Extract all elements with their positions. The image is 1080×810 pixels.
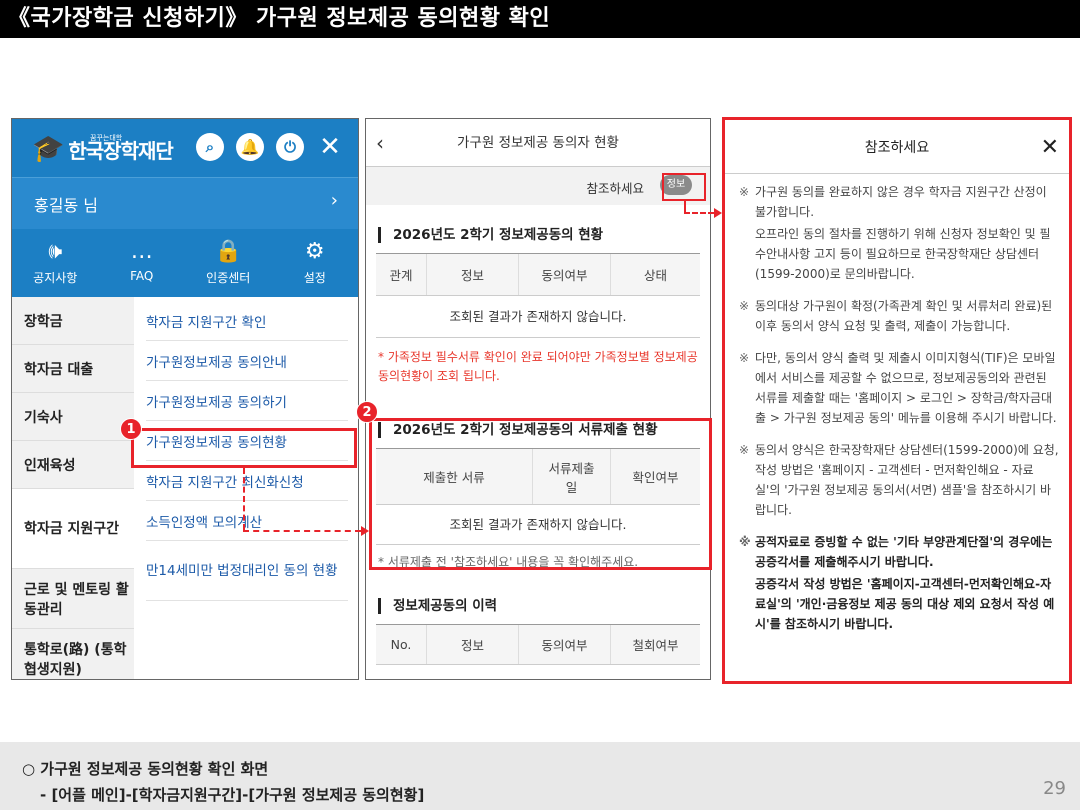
notice-item: ※ 동의서 양식은 한국장학재단 상담센터(1599-2000)에 요청, 작성 …	[739, 443, 1059, 517]
connector-line	[243, 530, 361, 532]
step-marker-1: 1	[120, 418, 142, 440]
left-menu-item[interactable]: 통학로(路) (통학 협생지원)	[12, 629, 134, 679]
consent-status-screen: ‹ 가구원 정보제공 동의자 현황 참조하세요 정보 2026년도 2학기 정보…	[365, 118, 711, 680]
section-title: 2026년도 2학기 정보제공동의 현황	[378, 227, 710, 243]
app-menu-screen: 🎓 꿈꾸는대학 한국장학재단 ⌕ 🔔 ⏻ ✕ 홍길동 님 › 🕪 공지사항 … …	[11, 118, 359, 680]
lock-icon: 🔒	[214, 239, 242, 264]
left-menu-item[interactable]: 기숙사	[12, 393, 134, 441]
speaker-icon: 🕪	[48, 239, 63, 264]
page-number: 29	[1043, 778, 1066, 799]
history-table: No. 정보 동의여부 철회여부	[376, 624, 700, 665]
table-header: No.	[390, 637, 412, 652]
left-menu-item[interactable]: 근로 및 멘토링 활동관리	[12, 569, 134, 629]
table-header: 동의여부	[518, 254, 610, 295]
notice-item: ※ 다만, 동의서 양식 출력 및 제출시 이미지형식(TIF)은 모바일에서 서…	[739, 351, 1057, 425]
sub-menu-item[interactable]: 가구원정보제공 동의하기	[146, 381, 348, 421]
table-header: 동의여부	[518, 625, 610, 664]
section-title: 정보제공동의 이력	[378, 598, 710, 614]
notice-item: ※ 동의대상 가구원이 확정(가족관계 확인 및 서류처리 완료)된 이후 동의서…	[739, 299, 1053, 333]
popup-header: 참조하세요 ✕	[725, 120, 1069, 174]
table-header: 정보	[426, 625, 518, 664]
notice-item: 오프라인 동의 절차를 진행하기 위해 신청자 정보확인 및 필수안내사항 고지…	[755, 227, 1051, 281]
gear-icon: ⚙	[304, 239, 325, 264]
sub-menu-item[interactable]: 가구원정보제공 동의안내	[146, 341, 348, 381]
graduation-cap-icon: 🎓	[32, 134, 65, 164]
popup-body: ※ 가구원 동의를 완료하지 않은 경우 학자금 지원구간 산정이 불가합니다. …	[725, 174, 1069, 634]
quick-menu: 🕪 공지사항 … FAQ 🔒 인증센터 ⚙ 설정	[12, 231, 358, 295]
sub-menu-item[interactable]: 만14세미만 법정대리인 동의 현황	[146, 541, 348, 601]
power-icon[interactable]: ⏻	[276, 133, 304, 161]
notice-item: ※ 가구원 동의를 완료하지 않은 경우 학자금 지원구간 산정이 불가합니다.	[739, 185, 1047, 219]
connector-line	[684, 212, 714, 214]
search-icon[interactable]: ⌕	[196, 133, 224, 161]
table-header: 상태	[610, 254, 700, 295]
user-profile-row[interactable]: 홍길동 님 ›	[12, 177, 358, 229]
sub-menu-item[interactable]: 소득인정액 모의계산	[146, 501, 348, 541]
left-menu: 장학금 학자금 대출 기숙사 인재육성 학자금 지원구간 근로 및 멘토링 활동…	[12, 297, 134, 679]
screen-header: ‹ 가구원 정보제공 동의자 현황	[366, 119, 710, 167]
left-menu-item-active[interactable]: 학자금 지원구간	[12, 489, 134, 569]
step-marker-2: 2	[356, 401, 378, 423]
empty-row: 조회된 결과가 존재하지 않습니다.	[376, 296, 700, 338]
logo-slogan: 꿈꾸는대학	[90, 134, 123, 142]
footer-path: - [어플 메인]-[학자금지원구간]-[가구원 정보제공 동의현황]	[40, 786, 425, 804]
connector-line	[243, 468, 245, 530]
consent-table: 관계 정보 동의여부 상태 조회된 결과가 존재하지 않습니다.	[376, 253, 700, 338]
sub-menu-item[interactable]: 학자금 지원구간 확인	[146, 301, 348, 341]
notice-item: ※ 공적자료로 증빙할 수 없는 '기타 부양관계단절'의 경우에는 공증각서를 …	[739, 535, 1053, 569]
bell-icon[interactable]: 🔔	[236, 133, 264, 161]
notice-item: 공증각서 작성 방법은 '홈페이지-고객센터-먼저확인해요-자료실'의 '개인·…	[755, 577, 1055, 631]
table-header: 관계	[389, 268, 413, 283]
left-menu-item[interactable]: 장학금	[12, 297, 134, 345]
footer-caption: ○ 가구원 정보제공 동의현황 확인 화면	[22, 760, 269, 778]
slide-footer: ○ 가구원 정보제공 동의현황 확인 화면 - [어플 메인]-[학자금지원구간…	[0, 742, 1080, 810]
highlight-badge	[662, 173, 706, 201]
sub-menu: 학자금 지원구간 확인 가구원정보제공 동의안내 가구원정보제공 동의하기 가구…	[134, 297, 358, 679]
warning-text: * 가족정보 필수서류 확인이 완료 되어야만 가족정보별 정보제공 동의현황이…	[378, 350, 698, 383]
page-title: 《국가장학금 신청하기》 가구원 정보제공 동의현황 확인	[0, 0, 1080, 38]
kosaf-logo: 🎓 꿈꾸는대학 한국장학재단	[32, 133, 174, 165]
menu-header: 🎓 꿈꾸는대학 한국장학재단 ⌕ 🔔 ⏻ ✕ 홍길동 님 › 🕪 공지사항 … …	[12, 119, 358, 297]
close-icon[interactable]: ✕	[316, 133, 344, 161]
chat-icon: …	[130, 239, 153, 264]
highlight-box-2	[369, 418, 712, 570]
left-menu-item[interactable]: 학자금 대출	[12, 345, 134, 393]
user-name: 홍길동 님	[34, 196, 98, 215]
highlight-box-1	[131, 428, 357, 468]
table-header: 정보	[426, 254, 518, 295]
quick-notice[interactable]: 🕪 공지사항	[12, 231, 99, 295]
screen-title: 가구원 정보제공 동의자 현황	[457, 135, 619, 151]
chevron-right-icon: ›	[330, 190, 338, 211]
close-icon[interactable]: ✕	[1041, 120, 1059, 176]
popup-title: 참조하세요	[864, 140, 930, 156]
quick-settings[interactable]: ⚙ 설정	[272, 231, 359, 295]
table-header: 철회여부	[610, 625, 700, 664]
arrow-right-icon	[714, 208, 722, 218]
quick-auth[interactable]: 🔒 인증센터	[185, 231, 272, 295]
arrow-right-icon	[361, 526, 369, 536]
reference-popup: 참조하세요 ✕ ※ 가구원 동의를 완료하지 않은 경우 학자금 지원구간 산정이…	[722, 117, 1072, 684]
reference-row: 참조하세요 정보	[366, 167, 710, 205]
back-arrow-icon[interactable]: ‹	[376, 119, 384, 167]
left-menu-item[interactable]: 인재육성	[12, 441, 134, 489]
quick-faq[interactable]: … FAQ	[99, 231, 186, 295]
reference-label: 참조하세요	[586, 181, 644, 196]
